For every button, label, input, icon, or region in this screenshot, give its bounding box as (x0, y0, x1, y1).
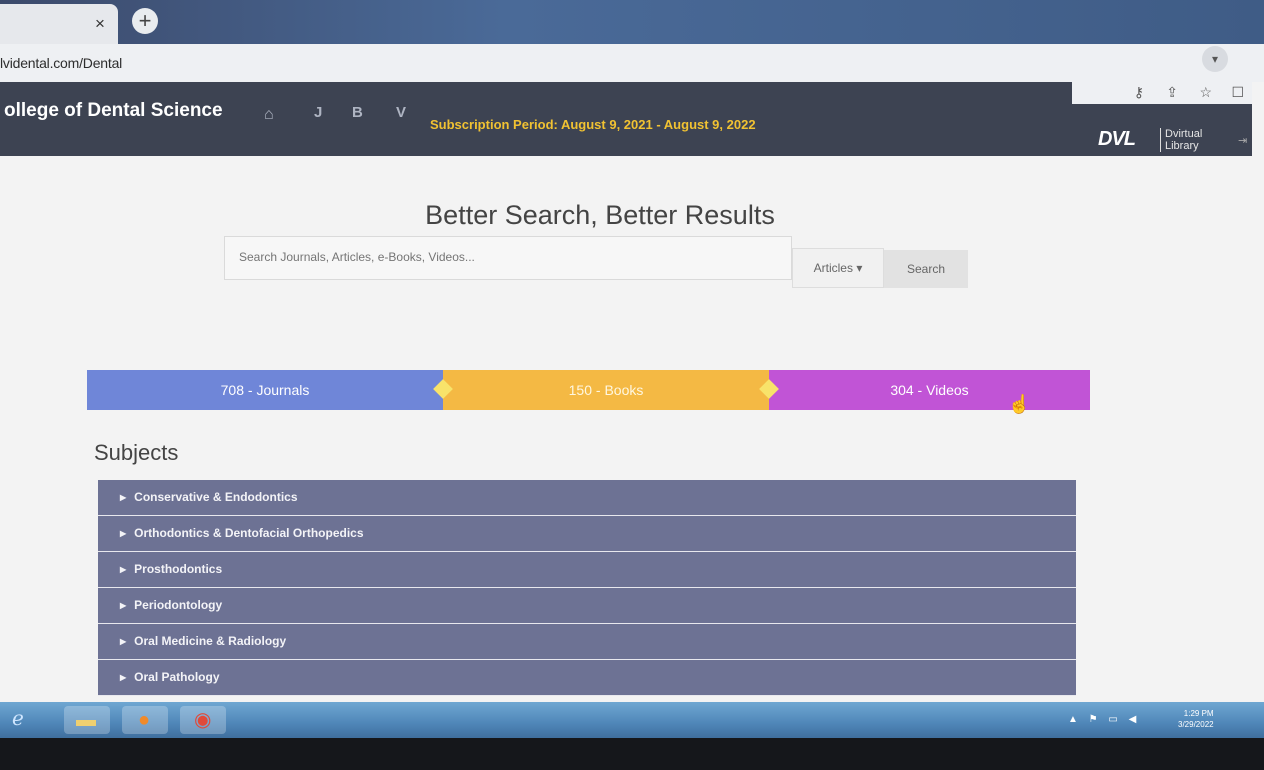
college-name[interactable]: ollege of Dental Science (4, 100, 223, 122)
web-page: ⚷ ⇪ ☆ ☐ ollege of Dental Science ⌂ J B V… (0, 82, 1264, 702)
profile-menu-icon[interactable]: ▾ (1202, 46, 1228, 72)
media-player-icon: ● (138, 709, 151, 731)
nav-videos[interactable]: V (396, 104, 406, 121)
new-tab-button[interactable]: + (132, 8, 158, 34)
share-icon[interactable]: ⇪ (1166, 84, 1178, 101)
logout-icon[interactable]: ⇥ (1238, 134, 1247, 147)
caret-right-icon: ▶ (120, 637, 127, 646)
search-headline: Better Search, Better Results (425, 200, 775, 230)
logo-mark: DVL (1098, 128, 1136, 150)
caret-right-icon: ▶ (120, 529, 127, 538)
chrome-taskbar-button[interactable]: ◉ (180, 706, 226, 734)
folder-icon: ▬ (76, 709, 96, 731)
nav-books[interactable]: B (352, 104, 363, 121)
close-tab-icon[interactable]: × (95, 14, 105, 34)
star-icon[interactable]: ☆ (1199, 84, 1212, 101)
subscription-period: Subscription Period: August 9, 2021 - Au… (430, 117, 756, 132)
caret-right-icon: ▶ (120, 673, 127, 682)
subjects-heading: Subjects (94, 440, 179, 465)
chrome-icon: ◉ (194, 709, 212, 731)
url-text[interactable]: lvidental.com/Dental (0, 55, 122, 71)
logo-subtitle: Dvirtual Library (1160, 128, 1202, 152)
subject-item[interactable]: ▶ Oral Pathology (98, 660, 1076, 696)
subjects-list: ▶ Conservative & Endodontics ▶ Orthodontic… (98, 480, 1076, 696)
windows-taskbar: ℯ ▬ ● ◉ ▲ ⚑ ▭ ◀ 1:29 PM 3/29/2022 (0, 702, 1264, 738)
subject-item[interactable]: ▶ Conservative & Endodontics (98, 480, 1076, 516)
key-icon[interactable]: ⚷ (1134, 84, 1144, 101)
hand-cursor-icon: ☝ (1008, 394, 1031, 414)
explorer-taskbar-button[interactable]: ▬ (64, 706, 110, 734)
subject-item[interactable]: ▶ Prosthodontics (98, 552, 1076, 588)
books-count-button[interactable]: 150 - Books (443, 370, 769, 410)
videos-count-button[interactable]: 304 - Videos (769, 370, 1090, 410)
monitor-bezel (0, 738, 1264, 770)
resource-counts-bar: 708 - Journals 150 - Books 304 - Videos (87, 370, 1090, 410)
browser-tabstrip: × + (0, 0, 1264, 44)
home-icon[interactable]: ⌂ (264, 106, 274, 124)
search-filter-dropdown[interactable]: Articles ▾ (792, 248, 884, 288)
address-bar[interactable]: lvidental.com/Dental ▾ (0, 44, 1264, 82)
ie-icon[interactable]: ℯ (12, 705, 24, 733)
media-player-taskbar-button[interactable]: ● (122, 706, 168, 734)
browser-tab[interactable]: × (0, 4, 118, 44)
caret-right-icon: ▶ (120, 601, 127, 610)
subject-item[interactable]: ▶ Orthodontics & Dentofacial Orthopedics (98, 516, 1076, 552)
system-tray-icons[interactable]: ▲ ⚑ ▭ ◀ (1068, 714, 1140, 725)
search-input[interactable] (225, 237, 793, 277)
subject-item[interactable]: ▶ Oral Medicine & Radiology (98, 624, 1076, 660)
caret-right-icon: ▶ (120, 565, 127, 574)
taskbar-clock[interactable]: 1:29 PM 3/29/2022 (1178, 708, 1214, 730)
dvl-logo[interactable]: DVL Dvirtual Library (1098, 128, 1202, 152)
subject-item[interactable]: ▶ Periodontology (98, 588, 1076, 624)
site-navbar: ⚷ ⇪ ☆ ☐ ollege of Dental Science ⌂ J B V… (0, 82, 1252, 156)
nav-journals[interactable]: J (314, 104, 322, 121)
tab-icon[interactable]: ☐ (1231, 84, 1244, 101)
caret-right-icon: ▶ (120, 493, 127, 502)
search-button[interactable]: Search (884, 250, 968, 288)
search-box (224, 236, 793, 280)
journals-count-button[interactable]: 708 - Journals (87, 370, 443, 410)
